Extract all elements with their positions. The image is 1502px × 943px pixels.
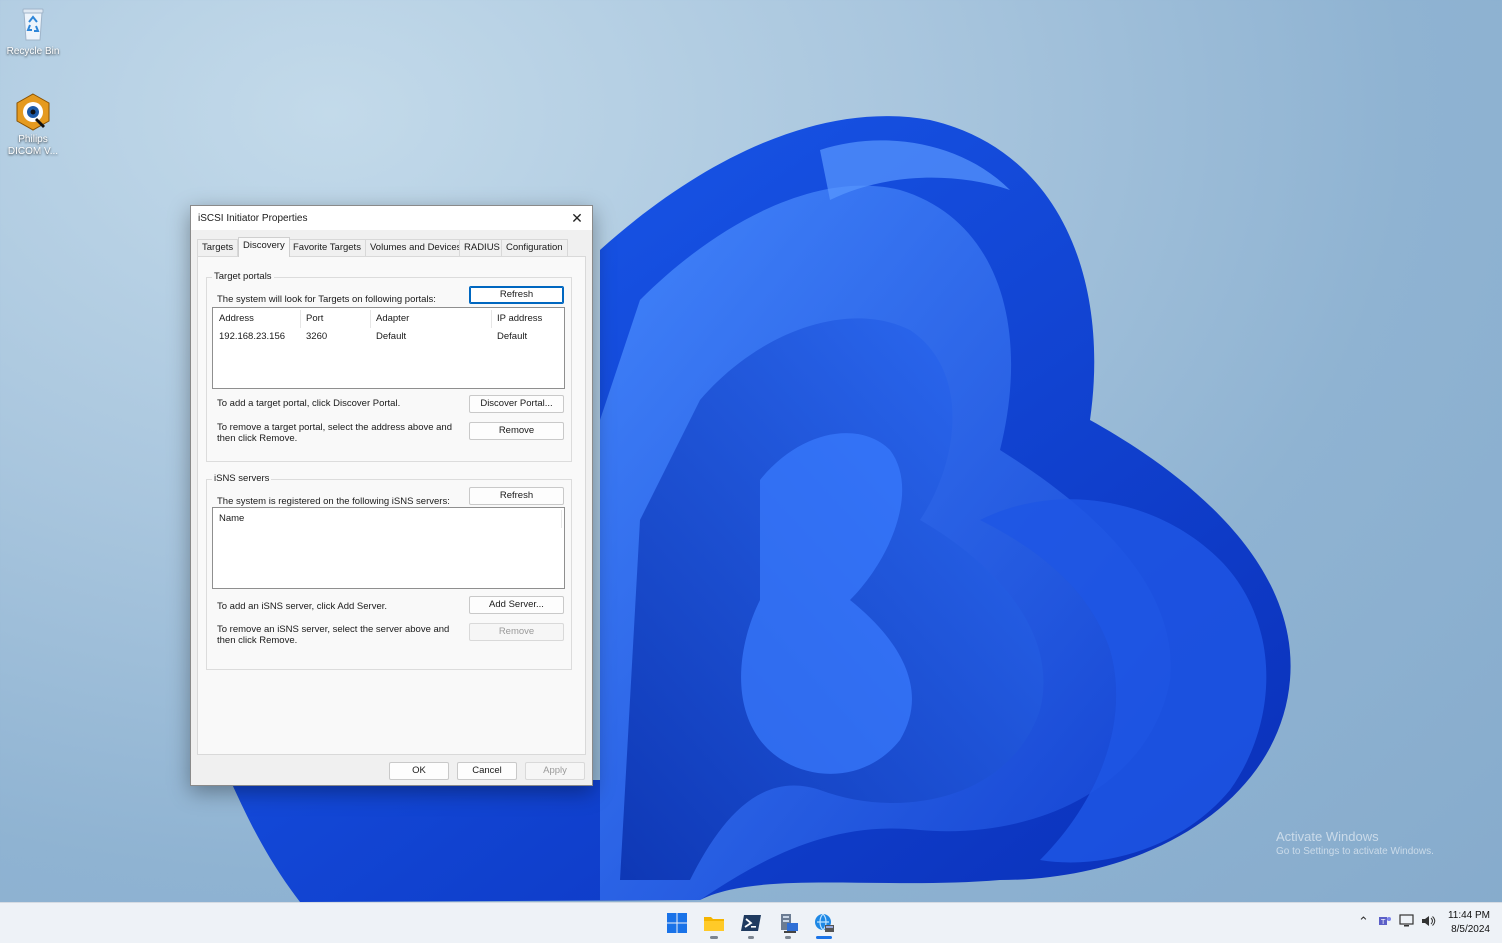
remove-target-portal-text-1: To remove a target portal, select the ad…	[217, 422, 452, 433]
isns-servers-legend: iSNS servers	[212, 473, 272, 484]
dialog-title: iSCSI Initiator Properties	[198, 213, 308, 224]
target-portals-legend: Target portals	[212, 271, 274, 282]
tab-targets[interactable]: Targets	[197, 239, 239, 256]
taskbar-server-manager[interactable]	[776, 911, 800, 935]
tab-radius[interactable]: RADIUS	[459, 239, 505, 256]
cell-address: 192.168.23.156	[219, 331, 286, 342]
isns-refresh-button[interactable]: Refresh	[469, 487, 564, 505]
target-portals-info: The system will look for Targets on foll…	[217, 294, 436, 305]
remove-isns-server-text-1: To remove an iSNS server, select the ser…	[217, 624, 450, 635]
discover-portal-button[interactable]: Discover Portal...	[469, 395, 564, 413]
target-portals-refresh-button[interactable]: Refresh	[469, 286, 564, 304]
close-icon: ✕	[571, 210, 583, 226]
ok-button[interactable]: OK	[389, 762, 449, 780]
taskbar-file-explorer[interactable]	[702, 911, 726, 935]
philips-dicom-viewer-icon	[13, 92, 53, 132]
network-icon[interactable]	[1399, 914, 1415, 931]
add-server-button[interactable]: Add Server...	[469, 596, 564, 614]
cell-adapter: Default	[376, 331, 407, 342]
discovery-tab-panel: Target portals The system will look for …	[197, 256, 586, 755]
start-button[interactable]	[665, 911, 689, 935]
file-explorer-icon	[704, 917, 724, 931]
iscsi-initiator-properties-dialog: iSCSI Initiator Properties ✕ Targets Dis…	[190, 205, 593, 786]
chevron-up-icon[interactable]: ⌃	[1358, 914, 1369, 930]
remove-isns-server-text-2: then click Remove.	[217, 635, 298, 646]
desktop-icon-label: Recycle Bin	[6, 46, 60, 57]
running-indicator	[785, 936, 791, 939]
server-manager-icon	[781, 914, 798, 933]
column-header-adapter[interactable]: Adapter	[376, 313, 409, 324]
cell-port: 3260	[306, 331, 328, 342]
column-header-name[interactable]: Name	[219, 513, 244, 524]
cancel-button[interactable]: Cancel	[457, 762, 517, 780]
tab-configuration[interactable]: Configuration	[501, 239, 568, 256]
volume-icon[interactable]	[1420, 914, 1436, 931]
start-icon	[667, 913, 687, 933]
running-indicator	[710, 936, 718, 939]
column-separator	[370, 310, 371, 328]
remove-target-portal-button[interactable]: Remove	[469, 422, 564, 440]
clock-time: 11:44 PM	[1447, 910, 1490, 921]
taskbar-powershell[interactable]	[739, 911, 763, 935]
column-header-ip-address[interactable]: IP address	[497, 313, 542, 324]
svg-text:T: T	[1380, 918, 1386, 926]
close-button[interactable]: ✕	[562, 206, 592, 230]
activation-watermark: Activate Windows Go to Settings to activ…	[1276, 829, 1434, 857]
active-indicator	[816, 936, 832, 939]
title-bar[interactable]: iSCSI Initiator Properties ✕	[191, 206, 592, 230]
target-portals-group: Target portals The system will look for …	[206, 271, 572, 462]
watermark-subtitle: Go to Settings to activate Windows.	[1276, 846, 1434, 857]
system-clock[interactable]: 11:44 PM 8/5/2024	[1448, 909, 1490, 937]
target-portals-list[interactable]: Address Port Adapter IP address 192.168.…	[212, 307, 565, 389]
remove-isns-server-button[interactable]: Remove	[469, 623, 564, 641]
powershell-icon	[741, 915, 761, 931]
watermark-title: Activate Windows	[1276, 829, 1379, 844]
recycle-bin-icon	[13, 4, 53, 44]
running-indicator	[748, 936, 754, 939]
apply-button[interactable]: Apply	[525, 762, 585, 780]
tab-volumes-and-devices[interactable]: Volumes and Devices	[365, 239, 467, 256]
clock-date: 8/5/2024	[1451, 924, 1490, 935]
remove-target-portal-text-2: then click Remove.	[217, 433, 298, 444]
add-target-portal-text: To add a target portal, click Discover P…	[217, 398, 401, 409]
column-header-port[interactable]: Port	[306, 313, 323, 324]
isns-servers-list[interactable]: Name	[212, 507, 565, 589]
cell-ip-address: Default	[497, 331, 528, 342]
column-separator	[300, 310, 301, 328]
column-separator	[561, 510, 562, 528]
taskbar: ⌃ T 11:44 PM 8/5/2024	[0, 902, 1502, 943]
desktop-icon-philips-dicom[interactable]: Philips DICOM V...	[2, 92, 64, 158]
isns-servers-info: The system is registered on the followin…	[217, 496, 450, 507]
isns-servers-group: iSNS servers The system is registered on…	[206, 473, 572, 670]
taskbar-iscsi-initiator[interactable]	[812, 911, 836, 935]
tab-discovery[interactable]: Discovery	[238, 237, 290, 257]
desktop-icon-recycle-bin[interactable]: Recycle Bin	[2, 4, 64, 58]
teams-icon[interactable]: T	[1378, 914, 1392, 931]
tab-favorite-targets[interactable]: Favorite Targets	[288, 239, 366, 256]
desktop-icon-label: Philips DICOM V...	[7, 134, 59, 157]
iscsi-initiator-icon	[815, 913, 834, 932]
add-isns-server-text: To add an iSNS server, click Add Server.	[217, 601, 388, 612]
column-header-address[interactable]: Address	[219, 313, 254, 324]
column-separator	[491, 310, 492, 328]
